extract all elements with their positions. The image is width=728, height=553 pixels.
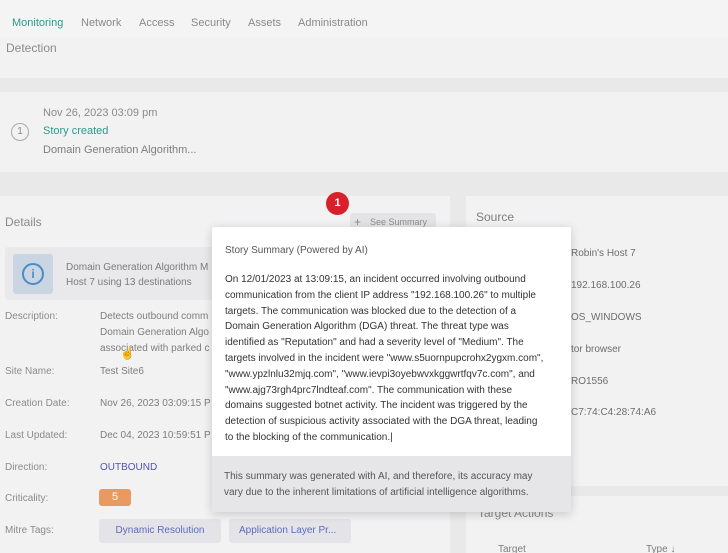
tab-security[interactable]: Security — [191, 17, 231, 29]
source-title: Source — [476, 210, 515, 224]
direction-value: OUTBOUND — [100, 462, 158, 473]
source-host: Robin's Host 7 — [571, 248, 636, 259]
source-mac: C7:74:C4:28:74:A6 — [571, 407, 657, 418]
criticality-badge: 5 — [99, 489, 131, 506]
description-line: Detects outbound comm — [100, 311, 209, 322]
info-icon: i — [13, 254, 53, 294]
summary-line: to the blocking of the communication.| — [225, 431, 393, 443]
site-name-value: Test Site6 — [100, 366, 144, 377]
summary-title: Story Summary (Powered by AI) — [225, 245, 368, 256]
creation-date-value: Nov 26, 2023 03:09:15 P — [100, 398, 211, 409]
mitre-tag-chip[interactable]: Dynamic Resolution — [99, 519, 221, 543]
summary-body: On 12/01/2023 at 13:09:15, an incident o… — [225, 272, 560, 446]
detection-host-summary: Host 7 using 13 destinations — [66, 277, 192, 288]
mitre-tags-label: Mitre Tags: — [5, 525, 54, 536]
detection-title: Detection — [6, 41, 57, 55]
story-summary-popup: Story Summary (Powered by AI) On 12/01/2… — [212, 227, 571, 512]
story-timeline: 1 Nov 26, 2023 03:09 pm Story created Do… — [0, 92, 728, 172]
column-header-target[interactable]: Target — [498, 544, 526, 553]
disclaimer-line: This summary was generated with AI, and … — [224, 471, 533, 482]
detection-name: Domain Generation Algorithm M — [66, 262, 209, 273]
summary-line: Domain Generation Algorithm (DGA) threat… — [225, 321, 509, 333]
timeline-event-link[interactable]: Story created — [43, 125, 108, 137]
details-title: Details — [5, 215, 42, 229]
source-ip: 192.168.100.26 — [571, 280, 641, 291]
source-browser: tor browser — [571, 344, 622, 355]
mitre-tag-chip[interactable]: Application Layer Pr... — [229, 519, 351, 543]
tab-network[interactable]: Network — [81, 17, 121, 29]
summary-line: targets involved in the incident were "w… — [225, 352, 544, 364]
description-label: Description: — [5, 311, 58, 322]
summary-line: identified as "Reputation" and had a sev… — [225, 337, 524, 349]
summary-line: detection of suspicious activity associa… — [225, 416, 538, 428]
column-header-type[interactable]: Type ↓ — [646, 544, 675, 553]
detection-header: Detection — [0, 38, 728, 78]
description-line: associated with parked c — [100, 343, 210, 354]
summary-line: domains suggested botnet activity. The i… — [225, 400, 528, 412]
timeline-step-marker: 1 — [11, 123, 29, 141]
summary-line: "www.ypzlnlu32mjq.com", "www.ievpi3oyebw… — [225, 368, 535, 380]
source-os: OS_WINDOWS — [571, 312, 642, 323]
summary-line: "www.ajg73rgh4prc7lndteaf.com". The comm… — [225, 384, 513, 396]
direction-label: Direction: — [5, 462, 48, 473]
tab-assets[interactable]: Assets — [248, 17, 281, 29]
creation-date-label: Creation Date: — [5, 398, 70, 409]
description-line: Domain Generation Algo — [100, 327, 209, 338]
criticality-label: Criticality: — [5, 493, 49, 504]
site-name-label: Site Name: — [5, 366, 55, 377]
summary-line: communication from the client IP address… — [225, 289, 536, 301]
source-id: RO1556 — [571, 376, 609, 387]
last-updated-label: Last Updated: — [5, 430, 68, 441]
disclaimer-line: vary due to the inherent limitations of … — [224, 487, 529, 498]
tab-administration[interactable]: Administration — [298, 17, 368, 29]
summary-line: On 12/01/2023 at 13:09:15, an incident o… — [225, 274, 526, 285]
tab-monitoring[interactable]: Monitoring — [12, 17, 63, 29]
detection-info-box: i Domain Generation Algorithm M Host 7 u… — [5, 247, 217, 300]
step-number-badge: 1 — [326, 192, 349, 215]
ai-disclaimer: This summary was generated with AI, and … — [212, 456, 571, 512]
timeline-description: Domain Generation Algorithm... — [43, 144, 197, 156]
timeline-date: Nov 26, 2023 03:09 pm — [43, 107, 158, 119]
last-updated-value: Dec 04, 2023 10:59:51 P — [100, 430, 211, 441]
mouse-cursor-icon: ☝ — [120, 346, 135, 360]
summary-line: targets. The communication was blocked d… — [225, 305, 517, 317]
tab-access[interactable]: Access — [139, 17, 174, 29]
